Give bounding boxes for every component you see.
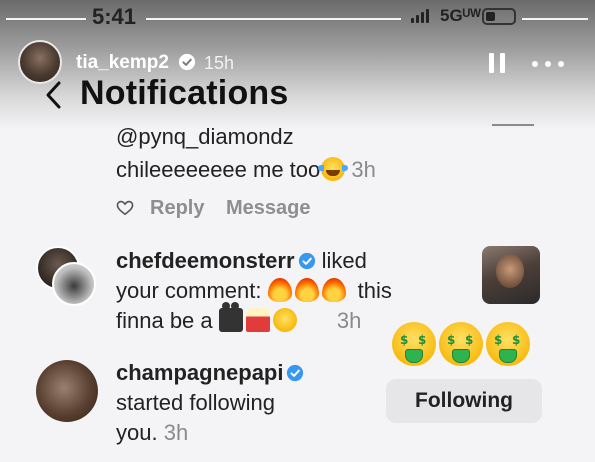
follow-time: 3h (163, 420, 189, 445)
pause-icon[interactable] (489, 53, 505, 73)
follow-notification-text: champagnepapi started following you. 3h (116, 358, 346, 448)
reply-text: chileeeeeeee me too 3h (116, 157, 376, 183)
tears-of-joy-icon (318, 157, 349, 181)
back-arrow-icon[interactable] (44, 80, 62, 110)
like-comment-word: this (357, 278, 392, 303)
fire-icon (294, 278, 319, 302)
battery-icon (482, 8, 516, 25)
more-icon[interactable] (532, 61, 564, 67)
avatar[interactable] (52, 262, 96, 306)
money-mouth-face-icon: $ $ (439, 322, 483, 366)
story-time: 15h (204, 53, 235, 73)
network-label: 5Gᵁᵂ (440, 6, 481, 25)
status-dash (146, 18, 401, 20)
fire-icon (321, 278, 346, 302)
like-line2: your comment: (116, 278, 262, 303)
reply-comment: chileeeeeeee me too (116, 157, 321, 182)
reply-time: 3h (351, 157, 376, 182)
reply-button[interactable]: Reply (150, 197, 204, 220)
message-button[interactable]: Message (226, 197, 311, 220)
status-bar: 5:41 5Gᵁᵂ (0, 0, 595, 34)
tears-of-joy-icon (272, 308, 297, 332)
like-line3: finna be a (116, 308, 213, 333)
fire-icon (267, 278, 292, 302)
like-username[interactable]: chefdeemonsterr (116, 248, 295, 273)
signal-icon (411, 9, 431, 23)
like-time: 3h (336, 308, 362, 333)
reply-handle[interactable]: @pynq_diamondz (116, 124, 294, 150)
verified-icon (178, 53, 196, 71)
status-time: 5:41 (92, 4, 137, 29)
like-action: liked (321, 248, 367, 273)
heart-icon[interactable] (116, 200, 134, 216)
story-username[interactable]: tia_kemp2 (76, 52, 169, 74)
post-thumbnail[interactable] (482, 246, 540, 304)
verified-icon (287, 364, 304, 382)
status-dash (522, 18, 588, 20)
popcorn-icon (245, 308, 270, 332)
verified-icon (298, 252, 315, 270)
following-button[interactable]: Following (386, 379, 542, 423)
follow-line2: started following (116, 390, 275, 415)
divider (492, 124, 534, 126)
follow-line3: you. (116, 420, 158, 445)
money-mouth-face-icon: $ $ (392, 322, 436, 366)
movie-camera-icon (218, 302, 243, 332)
avatar[interactable] (36, 360, 98, 422)
page-title: Notifications (80, 74, 289, 112)
follow-username[interactable]: champagnepapi (116, 360, 283, 385)
money-mouth-face-icon: $ $ (486, 322, 530, 366)
hundred-points-icon (300, 308, 328, 332)
story-avatar[interactable] (18, 40, 62, 84)
status-dash (6, 18, 86, 20)
